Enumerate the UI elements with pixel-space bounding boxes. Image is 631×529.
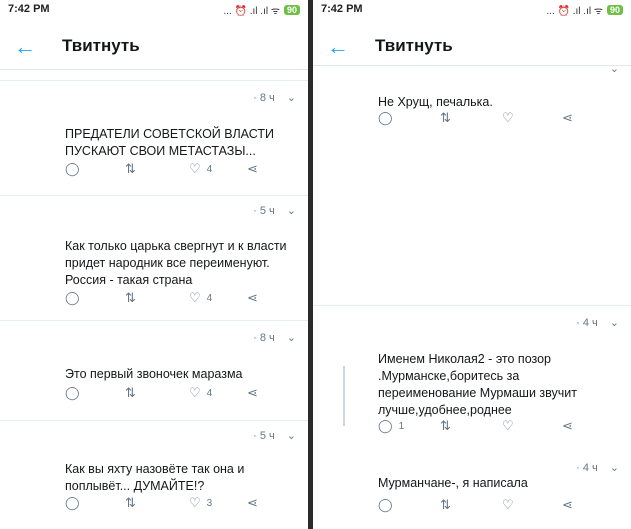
tweet-text: Как вы яхту назовёте так она и поплывёт.… (65, 462, 245, 493)
tweet-card[interactable]: · 8 ч ⌄ Это первый звоночек маразма ◯ ⇅ … (0, 320, 308, 420)
tweet-text: Это первый звоночек маразма (65, 367, 243, 381)
status-time: 7:42 PM (8, 3, 50, 15)
back-arrow-icon[interactable]: ← (327, 34, 349, 60)
retweet-icon[interactable]: ⇅ (440, 110, 451, 126)
page-title: Твитнуть (375, 36, 453, 55)
status-time: 7:42 PM (321, 3, 363, 15)
like-icon[interactable]: ♡ (502, 418, 514, 434)
share-icon[interactable]: ⋖ (562, 110, 573, 126)
share-icon[interactable]: ⋖ (562, 418, 573, 434)
like-button[interactable]: ♡ 4 (189, 161, 212, 177)
reply-count: 1 (398, 420, 405, 432)
reply-icon: ◯ (378, 418, 393, 433)
share-icon[interactable]: ⋖ (247, 161, 258, 177)
like-count: 4 (206, 163, 213, 175)
tweet-card[interactable]: · 5 ч ⌄ Как вы яхту назовёте так она и п… (0, 420, 308, 529)
reply-icon[interactable]: ◯ (65, 290, 80, 306)
retweet-icon[interactable]: ⇅ (440, 418, 451, 434)
reply-icon[interactable]: ◯ (65, 495, 80, 511)
tweet-text: Как только царька свергнут и к власти пр… (65, 239, 287, 287)
tweet-text: Не Хрущ, печалька. (378, 95, 493, 109)
app-header: ← Твитнуть (313, 22, 631, 66)
like-button[interactable]: ♡ 4 (189, 290, 212, 306)
tweet-time: · 5 ч (253, 204, 275, 217)
heart-icon: ♡ (189, 161, 201, 176)
chevron-down-icon[interactable]: ⌄ (610, 316, 619, 329)
share-icon[interactable]: ⋖ (562, 497, 573, 513)
chevron-down-icon[interactable]: ⌄ (287, 91, 296, 104)
signal-icons: ... ⏰ .ıl .ıl ᯤ (223, 6, 280, 17)
reply-icon[interactable]: ◯ (65, 385, 80, 401)
chevron-down-icon[interactable]: ⌄ (287, 204, 296, 217)
reply-icon[interactable]: ◯ (65, 161, 80, 177)
status-bar: 7:42 PM ... ⏰ .ıl .ıl ᯤ 90 (313, 0, 631, 20)
tweet-text: ПРЕДАТЕЛИ СОВЕТСКОЙ ВЛАСТИ ПУСКАЮТ СВОИ … (65, 127, 274, 158)
share-icon[interactable]: ⋖ (247, 495, 258, 511)
status-icons: ... ⏰ .ıl .ıl ᯤ 90 (223, 3, 300, 17)
tweet-card[interactable]: · 5 ч ⌄ Как только царька свергнут и к в… (0, 195, 308, 320)
signal-icons: ... ⏰ .ıl .ıl ᯤ (546, 6, 603, 17)
retweet-icon[interactable]: ⇅ (125, 161, 136, 177)
share-icon[interactable]: ⋖ (247, 290, 258, 306)
status-icons: ... ⏰ .ıl .ıl ᯤ 90 (546, 3, 623, 17)
chevron-down-icon[interactable]: ⌄ (287, 331, 296, 344)
like-count: 3 (206, 497, 213, 509)
left-screenshot: 7:42 PM ... ⏰ .ıl .ıl ᯤ 90 ← Твитнуть · … (0, 0, 308, 529)
heart-icon: ♡ (189, 385, 201, 400)
tweet-time: · 4 ч (576, 316, 598, 329)
share-icon[interactable]: ⋖ (247, 385, 258, 401)
tweet-time: · 8 ч (253, 331, 275, 344)
reply-button[interactable]: ◯ 1 (378, 418, 404, 434)
heart-icon: ♡ (189, 290, 201, 305)
like-button[interactable]: ♡ 4 (189, 385, 212, 401)
retweet-icon[interactable]: ⇅ (125, 290, 136, 306)
heart-icon: ♡ (189, 495, 201, 510)
tweet-text: Мурманчане-, я написала (378, 476, 528, 490)
battery-icon: 90 (606, 5, 623, 15)
tweet-card[interactable]: · 4 ч ⌄ Мурманчане-, я написала ◯ ⇅ ♡ ⋖ (313, 453, 631, 529)
tweet-card[interactable]: · 8 ч ⌄ ПРЕДАТЕЛИ СОВЕТСКОЙ ВЛАСТИ ПУСКА… (0, 80, 308, 190)
right-screenshot: 7:42 PM ... ⏰ .ıl .ıl ᯤ 90 ← Твитнуть ⌄ … (313, 0, 631, 529)
tweet-time: · 5 ч (253, 429, 275, 442)
like-button[interactable]: ♡ 3 (189, 495, 212, 511)
back-arrow-icon[interactable]: ← (14, 34, 36, 60)
page-title: Твитнуть (62, 36, 140, 55)
like-icon[interactable]: ♡ (502, 497, 514, 513)
reply-icon[interactable]: ◯ (378, 497, 393, 513)
app-header: ← Твитнуть (0, 22, 308, 70)
battery-icon: 90 (283, 5, 300, 15)
tweet-time: · 8 ч (253, 91, 275, 104)
tweet-time: · 4 ч (576, 461, 598, 474)
retweet-icon[interactable]: ⇅ (125, 495, 136, 511)
status-bar: 7:42 PM ... ⏰ .ıl .ıl ᯤ 90 (0, 0, 308, 20)
like-icon[interactable]: ♡ (502, 110, 514, 126)
like-count: 4 (206, 292, 213, 304)
tweet-text: Именем Николая2 - это позор .Мурманске,б… (378, 352, 577, 417)
chevron-down-icon[interactable]: ⌄ (610, 62, 619, 75)
retweet-icon[interactable]: ⇅ (125, 385, 136, 401)
tweet-card[interactable]: ⌄ Не Хрущ, печалька. ◯ ⇅ ♡ ⋖ (313, 63, 631, 150)
like-count: 4 (206, 387, 213, 399)
thread-line (343, 366, 345, 426)
chevron-down-icon[interactable]: ⌄ (610, 461, 619, 474)
reply-icon[interactable]: ◯ (378, 110, 393, 126)
chevron-down-icon[interactable]: ⌄ (287, 429, 296, 442)
retweet-icon[interactable]: ⇅ (440, 497, 451, 513)
tweet-card[interactable]: · 4 ч ⌄ Именем Николая2 - это позор .Мур… (313, 305, 631, 450)
